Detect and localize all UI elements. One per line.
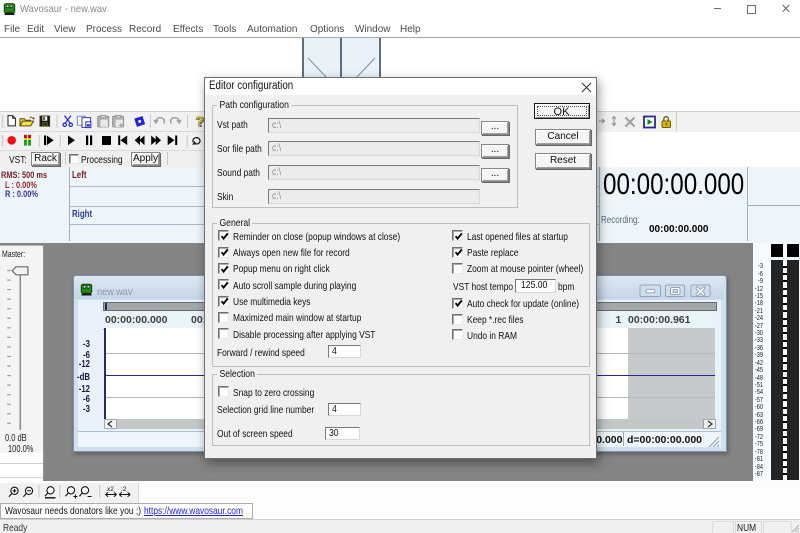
svg-text:?: ?	[195, 114, 204, 130]
svg-text:x2: x2	[107, 486, 114, 493]
svg-text::2: :2	[121, 486, 127, 493]
